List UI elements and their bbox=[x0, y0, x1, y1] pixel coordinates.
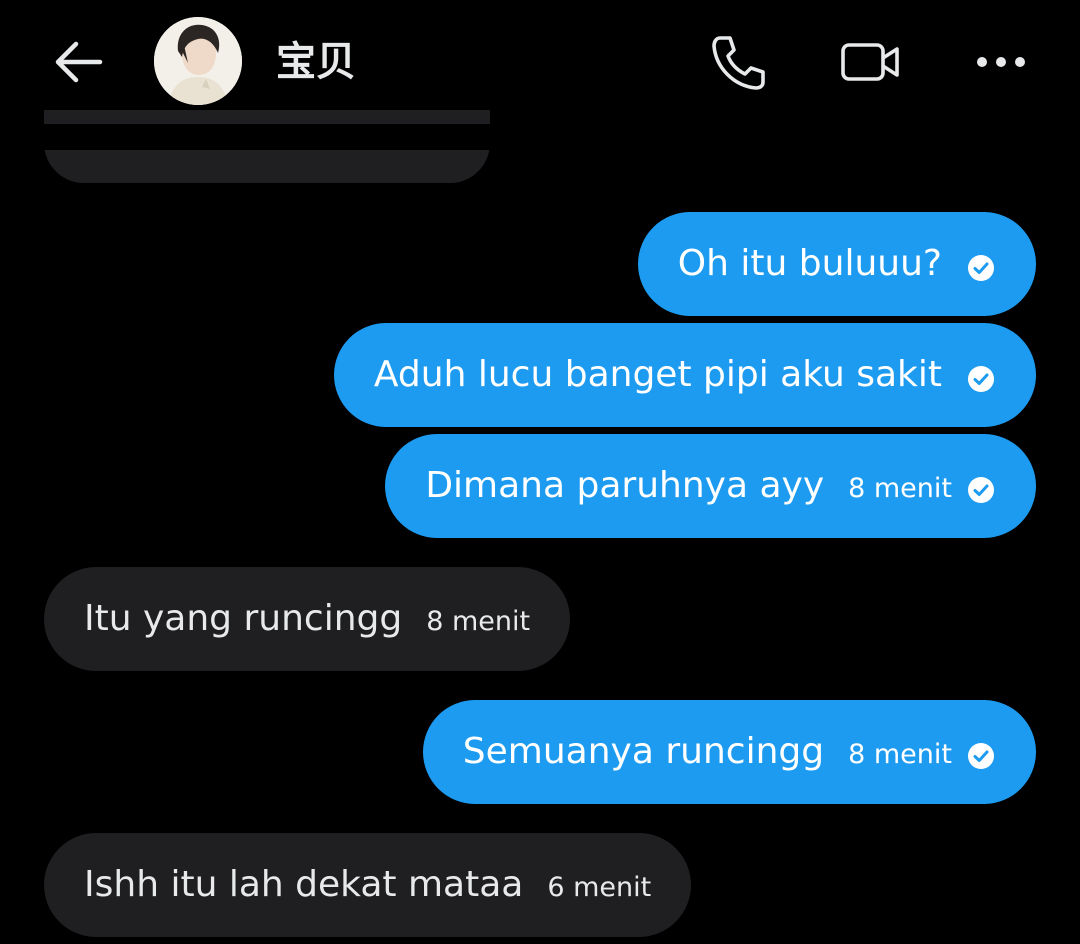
message-text: Oh itu buluuu? bbox=[677, 243, 942, 284]
read-check-icon bbox=[968, 366, 994, 392]
message-timestamp: 8 menit bbox=[426, 606, 531, 637]
message-incoming[interactable]: Ishh itu lah dekat mataa 6 menit bbox=[44, 833, 692, 937]
video-call-button[interactable] bbox=[838, 30, 902, 94]
message-outgoing[interactable]: Dimana paruhnya ayy 8 menit bbox=[385, 434, 1036, 538]
call-button[interactable] bbox=[706, 30, 770, 94]
message-text: Itu yang runcingg bbox=[84, 598, 403, 639]
message-text: Semuanya runcingg bbox=[462, 731, 825, 772]
read-check-icon bbox=[968, 743, 994, 769]
arrow-left-icon bbox=[55, 41, 103, 83]
message-timestamp: 8 menit bbox=[848, 739, 952, 770]
more-options-button[interactable] bbox=[970, 30, 1034, 94]
profile-photo-icon bbox=[154, 17, 242, 105]
message-outgoing[interactable]: Semuanya runcingg 8 menit bbox=[422, 700, 1036, 804]
back-button[interactable] bbox=[50, 38, 106, 86]
more-horizontal-icon bbox=[977, 57, 1025, 67]
avatar[interactable] bbox=[154, 17, 242, 105]
header-spacer bbox=[0, 124, 1080, 150]
message-text: Dimana paruhnya ayy bbox=[425, 465, 825, 506]
phone-icon bbox=[712, 36, 765, 90]
read-check-icon bbox=[968, 255, 994, 281]
contact-name[interactable]: 宝贝 bbox=[276, 36, 356, 88]
message-text: Ishh itu lah dekat mataa bbox=[84, 864, 524, 905]
chat-header: 宝贝 bbox=[0, 0, 1080, 124]
read-check-icon bbox=[968, 477, 994, 503]
message-text: Aduh lucu banget pipi aku sakit bbox=[373, 354, 942, 395]
message-timestamp: 6 menit bbox=[547, 872, 652, 903]
message-incoming[interactable]: Itu yang runcingg 8 menit bbox=[44, 567, 571, 671]
video-camera-icon bbox=[841, 43, 899, 81]
message-timestamp: 8 menit bbox=[848, 473, 952, 504]
message-outgoing[interactable]: Oh itu buluuu? bbox=[637, 212, 1036, 316]
message-outgoing[interactable]: Aduh lucu banget pipi aku sakit bbox=[333, 323, 1036, 427]
